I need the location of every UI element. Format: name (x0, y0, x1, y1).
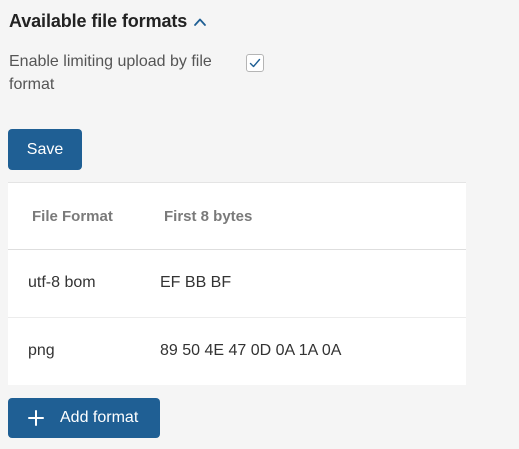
column-header-first-bytes[interactable]: First 8 bytes (164, 208, 252, 225)
limit-upload-checkbox[interactable] (246, 54, 264, 72)
checkmark-icon (249, 58, 261, 68)
cell-first-bytes: 89 50 4E 47 0D 0A 1A 0A (160, 342, 342, 359)
limit-upload-option: Enable limiting upload by file format (9, 50, 279, 96)
table-header: File Format First 8 bytes (8, 183, 466, 250)
section-header-toggle[interactable]: Available file formats (9, 11, 207, 32)
cell-file-format: png (28, 342, 55, 359)
cell-file-format: utf-8 bom (28, 274, 96, 291)
column-header-file-format[interactable]: File Format (32, 208, 113, 225)
chevron-up-icon[interactable] (193, 15, 207, 29)
limit-upload-label: Enable limiting upload by file format (9, 53, 212, 93)
cell-first-bytes: EF BB BF (160, 274, 232, 291)
add-format-label: Add format (60, 409, 139, 426)
file-formats-table: File Format First 8 bytes utf-8 bom EF B… (8, 182, 466, 385)
add-format-button[interactable]: Add format (8, 398, 160, 438)
save-button[interactable]: Save (8, 129, 82, 170)
table-row[interactable]: png 89 50 4E 47 0D 0A 1A 0A (8, 318, 466, 385)
table-row[interactable]: utf-8 bom EF BB BF (8, 250, 466, 318)
plus-icon (28, 410, 44, 426)
section-title: Available file formats (9, 11, 188, 31)
